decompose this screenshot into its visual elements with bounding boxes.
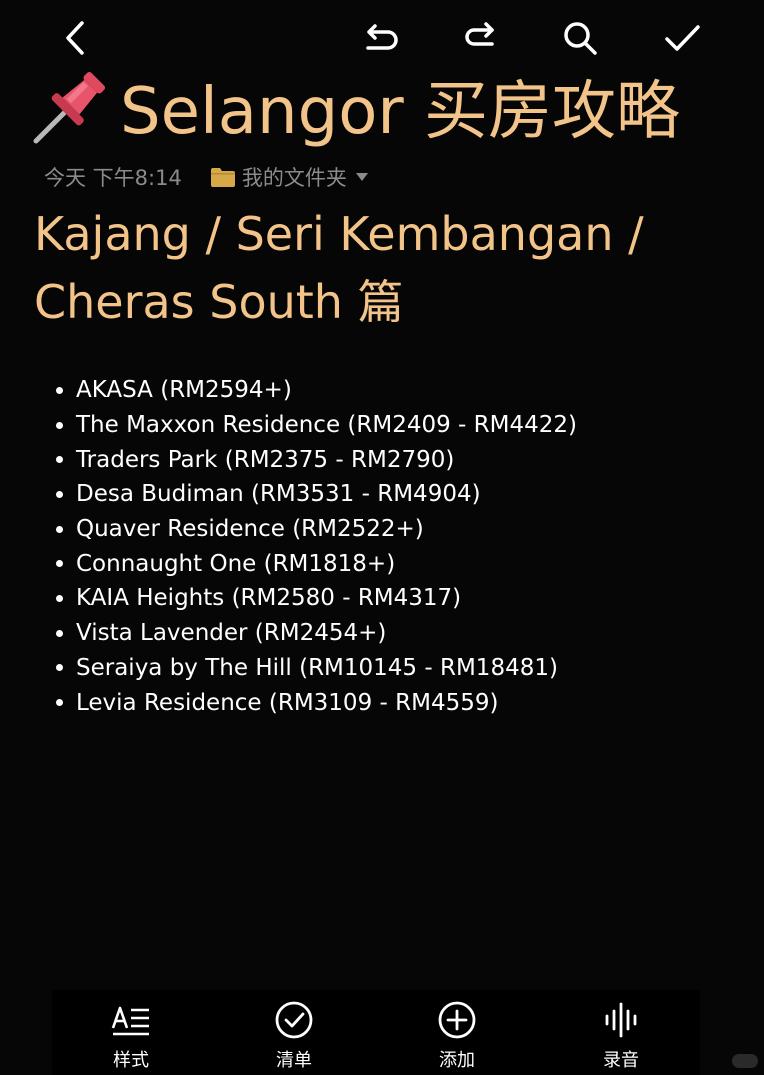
undo-button[interactable] (356, 14, 404, 62)
style-button[interactable]: 样式 (76, 998, 186, 1072)
style-label: 样式 (113, 1050, 149, 1071)
list-item[interactable]: Connaught One (RM1818+) (56, 546, 577, 581)
back-button[interactable] (52, 14, 100, 62)
list-item-text: The Maxxon Residence (RM2409 - RM4422) (76, 412, 577, 439)
add-label: 添加 (439, 1050, 475, 1071)
bullet-dot (56, 525, 63, 533)
plus-circle-icon (438, 1001, 476, 1039)
checklist-button[interactable]: 清单 (239, 998, 349, 1072)
list-item-text: Quaver Residence (RM2522+) (76, 516, 424, 543)
bullet-dot (56, 594, 63, 602)
add-button[interactable]: 添加 (402, 998, 512, 1072)
bullet-dot (56, 629, 63, 637)
folder-name: 我的文件夹 (241, 166, 347, 190)
checklist-label: 清单 (276, 1050, 312, 1071)
list-item[interactable]: Traders Park (RM2375 - RM2790) (56, 442, 577, 477)
note-heading[interactable]: Kajang / Seri Kembangan / Cheras South 篇 (34, 200, 734, 336)
bullet-dot (56, 560, 63, 568)
list-item[interactable]: AKASA (RM2594+) (56, 373, 577, 408)
done-button[interactable] (658, 14, 706, 62)
list-item-text: Desa Budiman (RM3531 - RM4904) (76, 481, 481, 508)
search-icon (564, 22, 597, 55)
property-list: AKASA (RM2594+) The Maxxon Residence (RM… (56, 373, 577, 720)
audio-wave-icon (605, 1002, 637, 1038)
list-item[interactable]: Seraiya by The Hill (RM10145 - RM18481) (56, 651, 577, 686)
bullet-dot (56, 699, 63, 707)
list-item-text: KAIA Heights (RM2580 - RM4317) (76, 585, 462, 612)
caret-down-icon (355, 173, 368, 181)
bullet-dot (56, 386, 63, 394)
text-format-icon (111, 1006, 149, 1036)
chevron-left-icon (66, 21, 84, 55)
redo-icon (465, 22, 494, 46)
note-title[interactable]: Selangor 买房攻略 (30, 64, 680, 149)
search-button[interactable] (556, 14, 604, 62)
check-circle-icon (275, 1001, 313, 1039)
bullet-dot (56, 490, 63, 498)
bullet-dot (56, 664, 63, 672)
list-item-text: Seraiya by The Hill (RM10145 - RM18481) (76, 654, 558, 681)
note-title-text: Selangor 买房攻略 (120, 75, 680, 149)
bottom-toolbar: 样式 清单 添加 录音 (52, 990, 700, 1075)
note-meta: 今天 下午8:14 我的文件夹 (44, 160, 369, 194)
list-item[interactable]: Quaver Residence (RM2522+) (56, 512, 577, 547)
redo-button[interactable] (456, 14, 504, 62)
note-timestamp: 今天 下午8:14 (44, 166, 182, 190)
list-item[interactable]: KAIA Heights (RM2580 - RM4317) (56, 581, 577, 616)
list-item[interactable]: Desa Budiman (RM3531 - RM4904) (56, 477, 577, 512)
record-label: 录音 (603, 1050, 639, 1071)
list-item[interactable]: Levia Residence (RM3109 - RM4559) (56, 685, 577, 720)
bullet-dot (56, 421, 63, 429)
list-item-text: Traders Park (RM2375 - RM2790) (76, 446, 455, 473)
pushpin-icon (33, 71, 106, 144)
list-item[interactable]: Vista Lavender (RM2454+) (56, 616, 577, 651)
watermark-badge (732, 1054, 758, 1068)
list-item-text: Vista Lavender (RM2454+) (76, 620, 387, 647)
folder-selector[interactable]: 我的文件夹 (210, 162, 369, 192)
bullet-dot (56, 456, 63, 464)
record-button[interactable]: 录音 (566, 998, 676, 1072)
list-item[interactable]: The Maxxon Residence (RM2409 - RM4422) (56, 408, 577, 443)
list-item-text: Levia Residence (RM3109 - RM4559) (76, 689, 499, 716)
undo-icon (366, 24, 398, 50)
check-icon (665, 25, 700, 51)
list-item-text: AKASA (RM2594+) (76, 377, 292, 404)
folder-icon (210, 168, 235, 187)
list-item-text: Connaught One (RM1818+) (76, 550, 396, 577)
